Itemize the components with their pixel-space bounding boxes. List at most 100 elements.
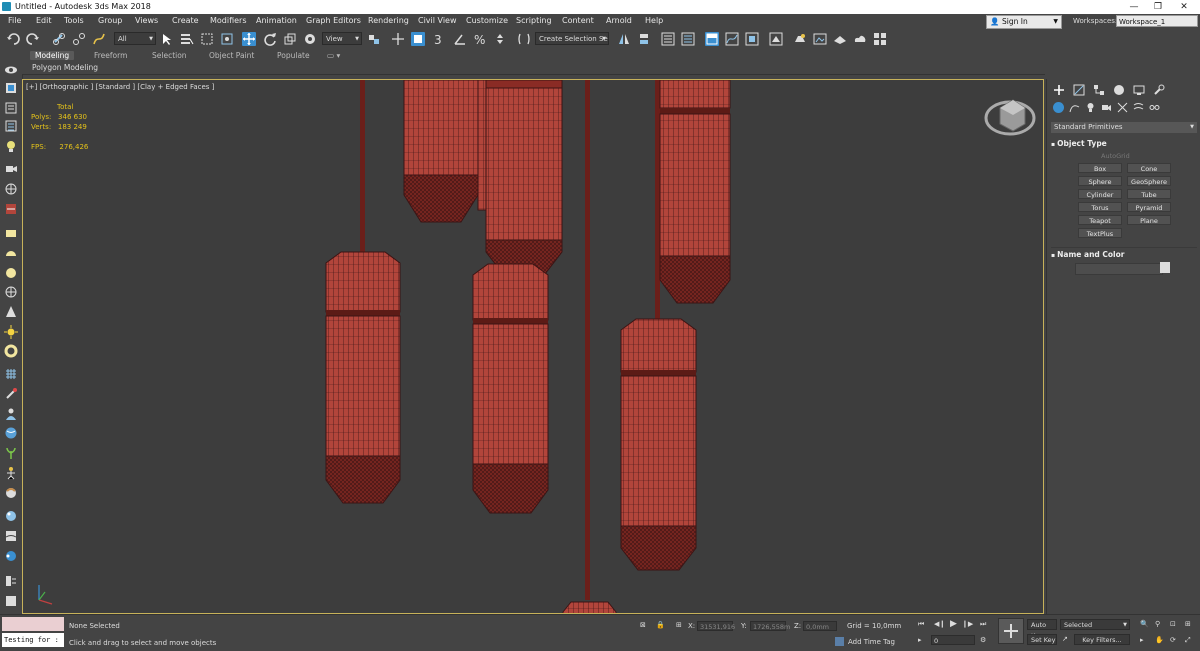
set-key-big-button[interactable] xyxy=(998,618,1024,644)
rendered-frame-window-icon[interactable] xyxy=(813,32,827,46)
restore-button[interactable]: ❐ xyxy=(1148,1,1168,13)
autogrid-checkbox[interactable]: AutoGrid xyxy=(1101,152,1130,160)
zoom-extents-all-icon[interactable]: ⊞ xyxy=(1185,620,1191,628)
layer-explorer-icon[interactable] xyxy=(681,32,695,46)
motion-tab-icon[interactable] xyxy=(1113,84,1125,96)
select-and-rotate-icon[interactable] xyxy=(263,32,277,46)
field-of-view-icon[interactable]: ▸ xyxy=(1140,636,1144,644)
menu-file[interactable]: File xyxy=(8,16,21,25)
mass-fx-icon[interactable] xyxy=(4,509,18,523)
select-and-place-icon[interactable] xyxy=(303,32,317,46)
hierarchy-tab-icon[interactable] xyxy=(1093,84,1105,96)
goto-start-icon[interactable]: ⏮ xyxy=(918,620,924,629)
pendant-lamp-mesh[interactable] xyxy=(403,80,479,223)
primitive-type-dropdown[interactable]: Standard Primitives ▼ xyxy=(1051,122,1197,133)
light-sun-icon[interactable] xyxy=(4,325,18,339)
modify-tab-icon[interactable] xyxy=(1073,84,1085,96)
pendant-lamp-mesh[interactable] xyxy=(562,601,617,614)
display-lights-icon[interactable] xyxy=(4,140,18,154)
pendant-lamp-mesh[interactable] xyxy=(325,251,401,504)
add-time-tag-button[interactable]: Add Time Tag xyxy=(848,638,895,646)
x-coordinate-field[interactable]: 31531,916 xyxy=(697,621,735,631)
geosphere-icon[interactable] xyxy=(4,285,18,299)
bind-space-warp-icon[interactable] xyxy=(92,32,106,46)
render-in-cloud-icon[interactable] xyxy=(853,32,867,46)
default-tangent-icon[interactable]: ↗ xyxy=(1062,635,1068,643)
teapot-button[interactable]: Teapot xyxy=(1078,215,1122,225)
minimize-button[interactable]: — xyxy=(1124,1,1144,13)
menu-help[interactable]: Help xyxy=(645,16,663,25)
polygon-modeling-label[interactable]: Polygon Modeling xyxy=(32,63,98,72)
menu-graph-editors[interactable]: Graph Editors xyxy=(306,16,361,25)
cylinder-button[interactable]: Cylinder xyxy=(1078,189,1122,199)
scene-explorer-icon[interactable] xyxy=(661,32,675,46)
scene-explorer-eye-icon[interactable] xyxy=(4,63,18,77)
helpers-category-icon[interactable] xyxy=(1117,102,1128,113)
sphere-button[interactable]: Sphere xyxy=(1078,176,1122,186)
tab-selection[interactable]: Selection xyxy=(152,51,187,60)
viewcube-icon[interactable] xyxy=(984,99,1036,136)
percent-snap-icon[interactable]: % xyxy=(473,32,487,46)
cameras-category-icon[interactable] xyxy=(1101,102,1112,113)
orbit-icon[interactable]: ⟳ xyxy=(1170,636,1176,644)
maximize-viewport-icon[interactable]: ⤢ xyxy=(1185,636,1191,645)
pyramid-button[interactable]: Pyramid xyxy=(1127,202,1171,212)
select-all-icon[interactable] xyxy=(4,81,18,95)
snaps-toggle-icon[interactable]: 3 xyxy=(433,32,447,46)
geosphere-button[interactable]: GeoSphere xyxy=(1127,176,1171,186)
angle-snap-icon[interactable] xyxy=(453,32,467,46)
tab-modeling[interactable]: Modeling xyxy=(30,51,75,60)
zoom-icon[interactable]: 🔍 xyxy=(1140,620,1149,628)
pendant-lamp-mesh[interactable] xyxy=(472,263,549,514)
lights-category-icon[interactable] xyxy=(1085,102,1096,113)
window-crossing-icon[interactable] xyxy=(220,32,234,46)
pendant-lamp-mesh[interactable] xyxy=(477,80,563,275)
a360-gallery-icon[interactable] xyxy=(873,32,887,46)
menu-views[interactable]: Views xyxy=(135,16,158,25)
menu-group[interactable]: Group xyxy=(98,16,122,25)
xview-icon[interactable] xyxy=(4,594,18,608)
display-cameras-icon[interactable] xyxy=(4,162,18,176)
reference-coord-dropdown[interactable]: View ▼ xyxy=(322,32,362,45)
spinner-snap-icon[interactable] xyxy=(493,32,507,46)
pan-icon[interactable]: ✋ xyxy=(1155,636,1164,644)
menu-modifiers[interactable]: Modifiers xyxy=(210,16,247,25)
maxscript-input[interactable]: Testing for : xyxy=(2,633,64,647)
curve-editor-icon[interactable] xyxy=(725,32,739,46)
hemisphere-icon[interactable] xyxy=(4,246,18,260)
material-editor-icon[interactable] xyxy=(769,32,783,46)
hair-icon[interactable] xyxy=(4,486,18,500)
menu-arnold[interactable]: Arnold xyxy=(606,16,632,25)
pendant-lamp-mesh[interactable] xyxy=(659,80,731,304)
maxscript-listener-mini[interactable] xyxy=(2,617,64,631)
schematic-view-icon[interactable] xyxy=(745,32,759,46)
grid-icon[interactable] xyxy=(4,367,18,381)
menu-customize[interactable]: Customize xyxy=(466,16,508,25)
textplus-button[interactable]: TextPlus xyxy=(1078,228,1122,238)
play-icon[interactable]: ▶ xyxy=(950,619,957,629)
menu-rendering[interactable]: Rendering xyxy=(368,16,409,25)
keyboard-shortcut-toggle-icon[interactable] xyxy=(411,32,425,46)
current-frame-field[interactable]: 0 xyxy=(931,635,975,645)
systems-category-icon[interactable] xyxy=(1149,102,1160,113)
tab-object-paint[interactable]: Object Paint xyxy=(209,51,254,60)
plane-button[interactable]: Plane xyxy=(1127,215,1171,225)
z-coordinate-field[interactable]: 0,0mm xyxy=(803,621,837,631)
menu-content[interactable]: Content xyxy=(562,16,594,25)
redo-icon[interactable] xyxy=(26,32,40,46)
viewport-orthographic[interactable]: [+] [Orthographic ] [Standard ] [Clay + … xyxy=(22,79,1044,614)
display-space-warps-icon[interactable] xyxy=(4,202,18,216)
space-warps-category-icon[interactable] xyxy=(1133,102,1144,113)
select-and-scale-icon[interactable] xyxy=(283,32,297,46)
torus-button[interactable]: Torus xyxy=(1078,202,1122,212)
set-key-button[interactable]: Set Key xyxy=(1027,634,1057,645)
tab-freeform[interactable]: Freeform xyxy=(94,51,127,60)
select-by-name-icon[interactable] xyxy=(180,32,194,46)
absolute-mode-icon[interactable]: ⊞ xyxy=(676,621,682,629)
unlink-icon[interactable] xyxy=(72,32,86,46)
cone-icon[interactable] xyxy=(4,305,18,319)
workspace-select[interactable]: Workspace_1 xyxy=(1116,15,1198,27)
selection-lock-icon[interactable]: 🔒 xyxy=(656,621,665,629)
utilities-tab-icon[interactable] xyxy=(1153,84,1165,96)
time-tag-icon[interactable] xyxy=(835,637,844,646)
